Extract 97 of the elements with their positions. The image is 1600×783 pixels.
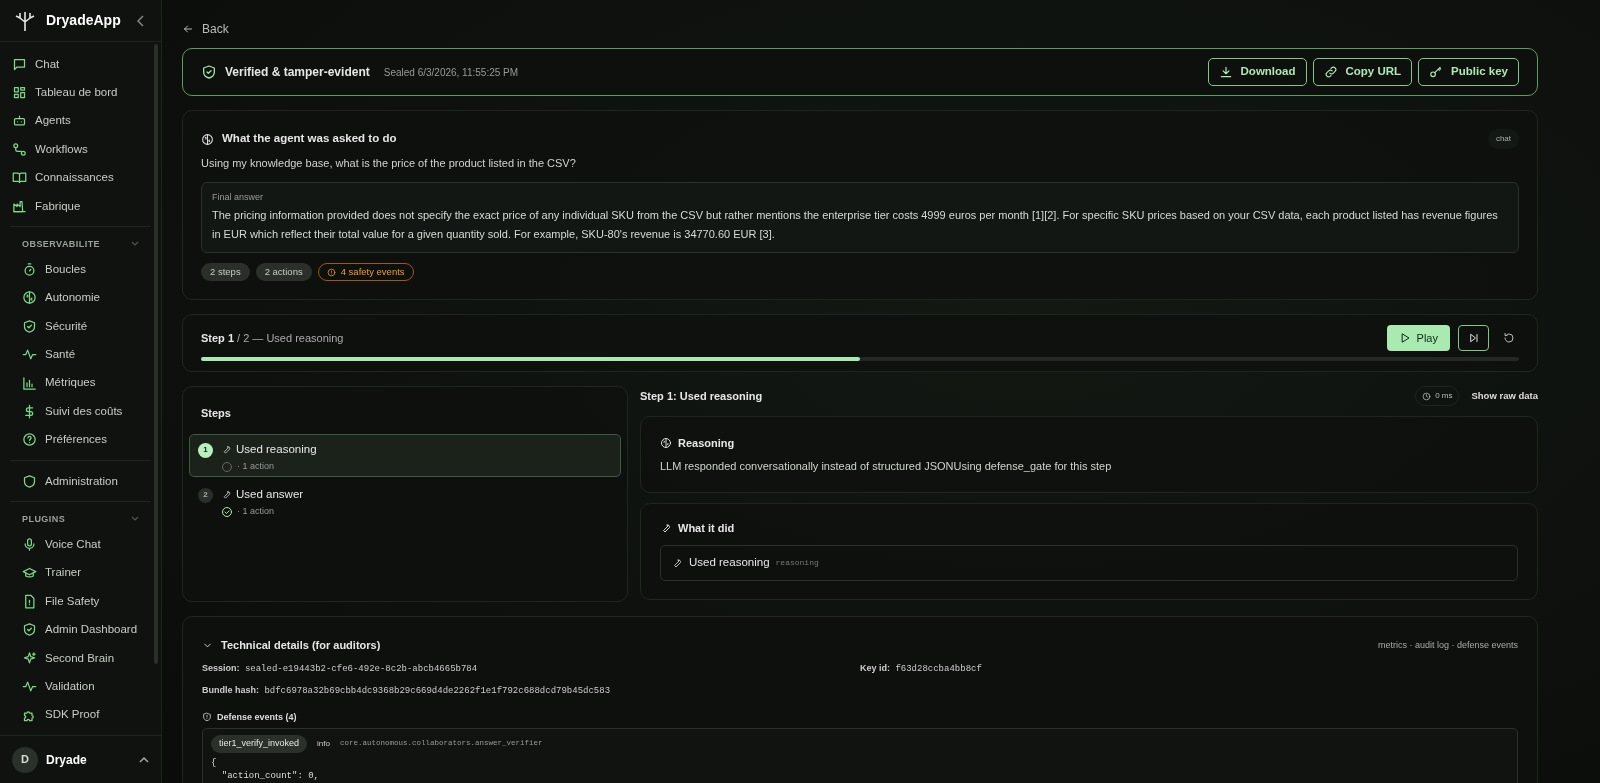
answer-label: Final answer [212,190,265,204]
shield-alert-icon [202,712,212,723]
shield-check-icon [22,318,37,334]
bundle-hash: Bundle hash: bdfc6978a32b69cbb4dc9368b29c669d4de2262f1e1f792c688dcd79b45dc583 [202,684,612,698]
shield-icon [22,473,37,489]
sidebar-item[interactable]: Fabrique [6,191,155,221]
chat-bubble-icon [12,56,27,72]
step-detail-title: Step 1: Used reasoning [640,388,763,404]
sidebar-item[interactable]: Préférences [16,425,145,455]
sidebar-item[interactable]: Trainer [16,558,145,588]
sealed-timestamp: Sealed 6/3/2026, 11:55:25 PM [383,65,519,80]
count-badge: 2 actions [255,263,312,281]
sparkles-icon [22,650,37,666]
section-links: metrics · audit log · defense events [1377,638,1518,652]
file-alert-icon [22,593,37,609]
factory-icon [12,198,27,214]
section-heading: PLUGINS [22,512,66,526]
card-heading: What the agent was asked to do [222,131,397,147]
sidebar-item[interactable]: Workflows [6,135,155,164]
workflow-icon [12,141,27,157]
link-icon [1323,65,1338,79]
section-heading: OBSERVABILITE [22,237,101,251]
sidebar-item[interactable]: Administration [16,467,145,496]
final-answer-text: The pricing information provided does not specify the exact price of any individual SKU from the CSV but rather mentions the enterprise tier costs 4999 euros per month [1][2]. For specific SKU prices based on your CSV data, each product listed has revenue figures in EUR which reflect their total value for a given quantity sold. For example, SKU-80's revenue is 34770.60 EUR [3]. [212,208,1499,242]
step-meta: · 1 action [237,459,275,473]
sidebar-item[interactable]: Second Brain [16,644,145,673]
sidebar-item[interactable]: Connaissances [6,163,155,192]
user-avatar[interactable]: D [12,746,38,773]
sidebar-item[interactable]: Voice Chat [16,530,145,559]
alert-circle-icon [326,267,336,277]
action-title: Used reasoning [689,554,770,570]
back-link[interactable]: Back [182,18,229,40]
session-id: Session: sealed-e19443b2-cfe6-492e-8c2b-abcb4665b784 [202,661,479,676]
card-heading: Reasoning [678,436,735,451]
sidebar-item[interactable]: Chat [6,50,155,79]
chevron-down-icon[interactable] [131,241,139,248]
robot-icon [12,113,27,129]
chevron-left-icon [137,14,145,27]
sidebar-item[interactable]: Tableau de bord [6,78,155,107]
chevron-down-icon[interactable] [131,516,139,523]
card-heading: What it did [678,521,735,536]
user-name: Dryade [46,751,87,769]
shield-check-icon [201,64,217,80]
skip-forward-icon [1467,332,1480,344]
step-counter: Step 1 / 2 — Used reasoning [201,330,344,346]
chevron-up-icon[interactable] [139,756,149,763]
sidebar-item[interactable]: File Safety [16,587,145,616]
microphone-icon [22,537,37,553]
event-level: info [317,737,330,750]
reasoning-text: LLM responded conversationally instead of structured JSONUsing defense_gate for this step [660,458,1113,474]
event-json: { "action_count": 0, [211,756,321,783]
count-badge: 2 steps [201,263,250,281]
action-type: reasoning [775,556,819,569]
show-raw-data-button[interactable]: Show raw data [1471,388,1538,404]
rotate-icon [1503,332,1515,344]
clock-icon [1422,391,1432,401]
card-heading[interactable]: Technical details (for auditors) [221,637,381,654]
grid-icon [12,85,27,101]
sidebar-item[interactable]: Agents [6,106,155,136]
public-key-button[interactable]: Public key [1418,58,1519,86]
verification-title: Verified & tamper-evident [225,64,370,81]
download-button[interactable]: Download [1207,58,1307,86]
task-prompt: Using my knowledge base, what is the price of the product listed in the CSV? [201,156,577,171]
panel-heading: Steps [200,406,232,421]
shield-check-icon [22,622,37,638]
sidebar-item[interactable]: Santé [16,340,145,369]
step-item[interactable]: 1 Used reasoning · 1 action [189,433,621,477]
step-number: 1 [198,442,213,458]
bar-chart-icon [22,375,37,391]
step-number: 2 [198,487,213,503]
sidebar-item[interactable]: Autonomie [16,283,145,313]
stopwatch-icon [22,262,37,278]
key-icon [1429,65,1444,79]
events-heading: Defense events (4) [217,710,297,724]
app-name: DryadeApp [46,11,121,30]
next-step-button[interactable] [1458,325,1489,351]
copy-url-button[interactable]: Copy URL [1312,58,1413,86]
step-title: Used reasoning [236,441,317,457]
sidebar-item[interactable]: Sécurité [16,312,145,341]
arrow-left-icon [182,23,194,35]
sidebar-item[interactable]: Validation [16,672,145,701]
sidebar-item[interactable]: Métriques [16,368,145,398]
step-meta: · 1 action [237,504,275,518]
source-tag: chat [1487,129,1519,149]
key-id: Key id: f63d28ccba4bb8cf [860,661,983,676]
book-icon [12,170,27,186]
sidebar-item[interactable]: Admin Dashboard [16,615,145,645]
sidebar-item[interactable]: Boucles [16,255,145,284]
play-button[interactable]: Play [1386,325,1450,351]
step-item[interactable]: 2 Used answer · 1 action [189,478,621,522]
sidebar-item[interactable]: Suivi des coûts [16,397,145,426]
graduation-cap-icon [22,565,37,581]
download-icon [1218,65,1233,79]
help-circle-icon [22,432,37,448]
event-name-tag: tier1_verify_invoked [211,735,308,753]
step-title: Used answer [236,486,304,502]
sidebar-item[interactable]: SDK Proof [16,700,145,730]
